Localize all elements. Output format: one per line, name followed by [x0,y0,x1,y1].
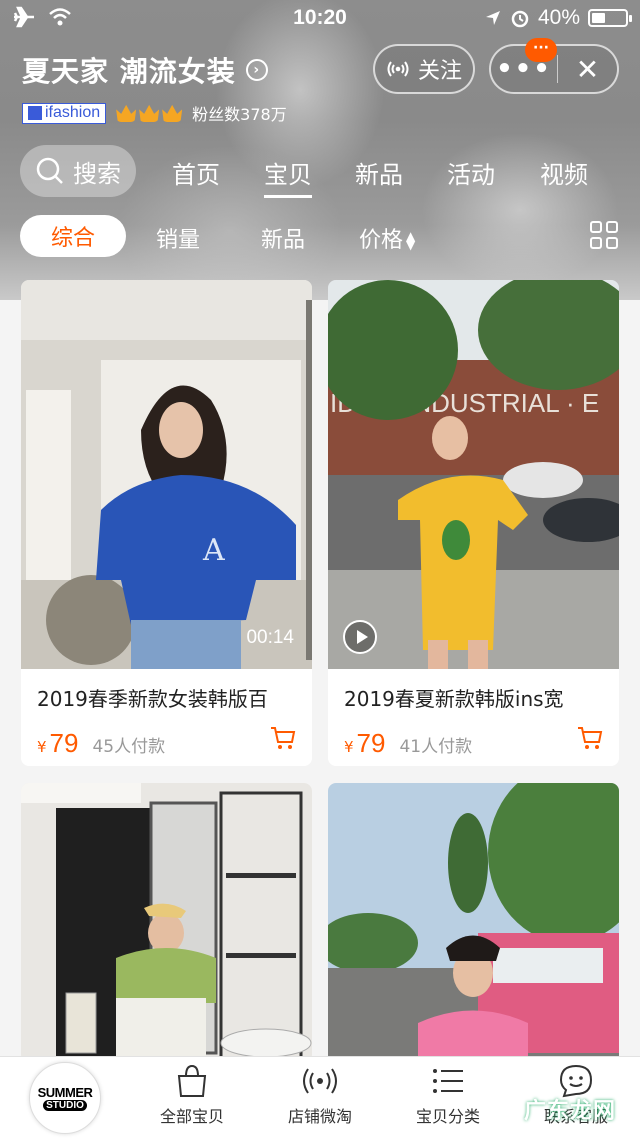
notification-badge: ··· [525,38,557,62]
ifashion-logo-icon [28,106,42,120]
chevron-right-icon: › [245,59,268,81]
video-duration: 00:14 [246,627,294,648]
product-info: 2019春季新款女装韩版百 ¥ 79 45人付款 [21,669,312,766]
logo-line-2: STUDIO [43,1100,87,1111]
filter-price[interactable]: 价格 ▲ ▼ [359,222,415,254]
status-bar: 10:20 40% [0,0,640,36]
follow-button[interactable]: 关注 [373,44,475,94]
crown-icon [116,104,137,122]
tab-store-feed[interactable]: 店铺微淘 [260,1063,380,1127]
search-label: 搜索 [73,159,121,188]
fans-count: 粉丝数378万 [192,105,287,124]
ifashion-badge: ifashion [22,102,107,124]
filter-sales[interactable]: 销量 [156,222,200,254]
crown-rating [116,104,183,122]
product-card[interactable] [21,783,312,1063]
store-badges: ifashion 粉丝数378万 [22,101,287,125]
svg-text:A: A [202,533,225,568]
tab-label: 店铺微淘 [287,1107,352,1126]
ifashion-label: ifashion [45,104,101,121]
product-card[interactable] [328,783,619,1063]
alarm-icon [511,10,529,28]
close-button[interactable]: ✕ [558,53,617,86]
store-nav: 搜索 首页 宝贝 新品 活动 视频 [20,145,630,198]
broadcast-icon [387,61,409,77]
product-title: 2019春夏新款韩版ins宽 [344,687,564,711]
grid-view-icon[interactable] [590,221,618,249]
product-card[interactable]: A 00:14 2019春季新款女装韩版百 ¥ 79 45人付款 [21,280,312,766]
price-row: ¥ 79 45人付款 [37,726,296,759]
currency-symbol: ¥ [344,738,354,756]
cart-icon[interactable] [270,726,296,750]
tab-new[interactable]: 新品 [355,155,403,190]
store-logo[interactable]: SUMMER STUDIO [29,1062,101,1134]
crown-icon [139,104,160,122]
sold-count: 45人付款 [92,737,166,757]
sort-filter-bar: 综合 销量 新品 价格 ▲ ▼ [20,215,620,257]
sort-arrows-icon: ▲ ▼ [406,229,416,252]
tab-all-items[interactable]: 全部宝贝 [132,1063,252,1127]
tab-videos[interactable]: 视频 [540,155,588,190]
filter-price-label: 价格 [359,228,404,253]
battery-icon [588,9,632,27]
battery-percent: 40% [537,6,580,29]
product-title: 2019春季新款女装韩版百 [37,687,268,711]
search-button[interactable]: 搜索 [20,145,136,197]
tab-label: 全部宝贝 [159,1107,224,1126]
play-video-button[interactable] [343,620,377,654]
shopping-bag-icon [177,1064,207,1097]
watermark-text: 广东龙网 [523,1099,616,1124]
crown-icon [162,104,183,122]
product-image[interactable] [21,783,312,1063]
follow-label: 关注 [417,59,462,84]
tab-home[interactable]: 首页 [172,155,220,190]
list-icon [433,1069,463,1093]
broadcast-icon [303,1068,337,1094]
location-arrow-icon [485,11,500,25]
product-image[interactable]: A 00:14 [21,280,312,669]
cart-icon[interactable] [577,726,603,750]
sold-count: 41人付款 [399,737,473,757]
tab-label: 宝贝分类 [415,1107,480,1126]
currency-symbol: ¥ [37,738,47,756]
product-price: 79 [356,728,386,758]
product-card[interactable]: IDIRA INDUSTRIAL · E 2019春夏新款韩版ins宽 ¥ 79… [328,280,619,766]
product-price: 79 [49,728,79,758]
logo-line-1: SUMMER [37,1085,93,1100]
filter-overall[interactable]: 综合 [20,215,126,257]
store-name-text: 夏天家 潮流女装 [22,55,236,88]
tab-events[interactable]: 活动 [447,155,495,190]
close-icon: ✕ [575,52,600,86]
product-image[interactable] [328,783,619,1063]
search-icon [36,157,63,184]
tab-items[interactable]: 宝贝 [264,155,312,198]
store-title[interactable]: 夏天家 潮流女装 › [22,50,268,90]
product-image[interactable]: IDIRA INDUSTRIAL · E [328,280,619,669]
tab-categories[interactable]: 宝贝分类 [388,1063,508,1127]
filter-new[interactable]: 新品 [261,222,305,254]
price-row: ¥ 79 41人付款 [344,726,603,759]
product-info: 2019春夏新款韩版ins宽 ¥ 79 41人付款 [328,669,619,766]
